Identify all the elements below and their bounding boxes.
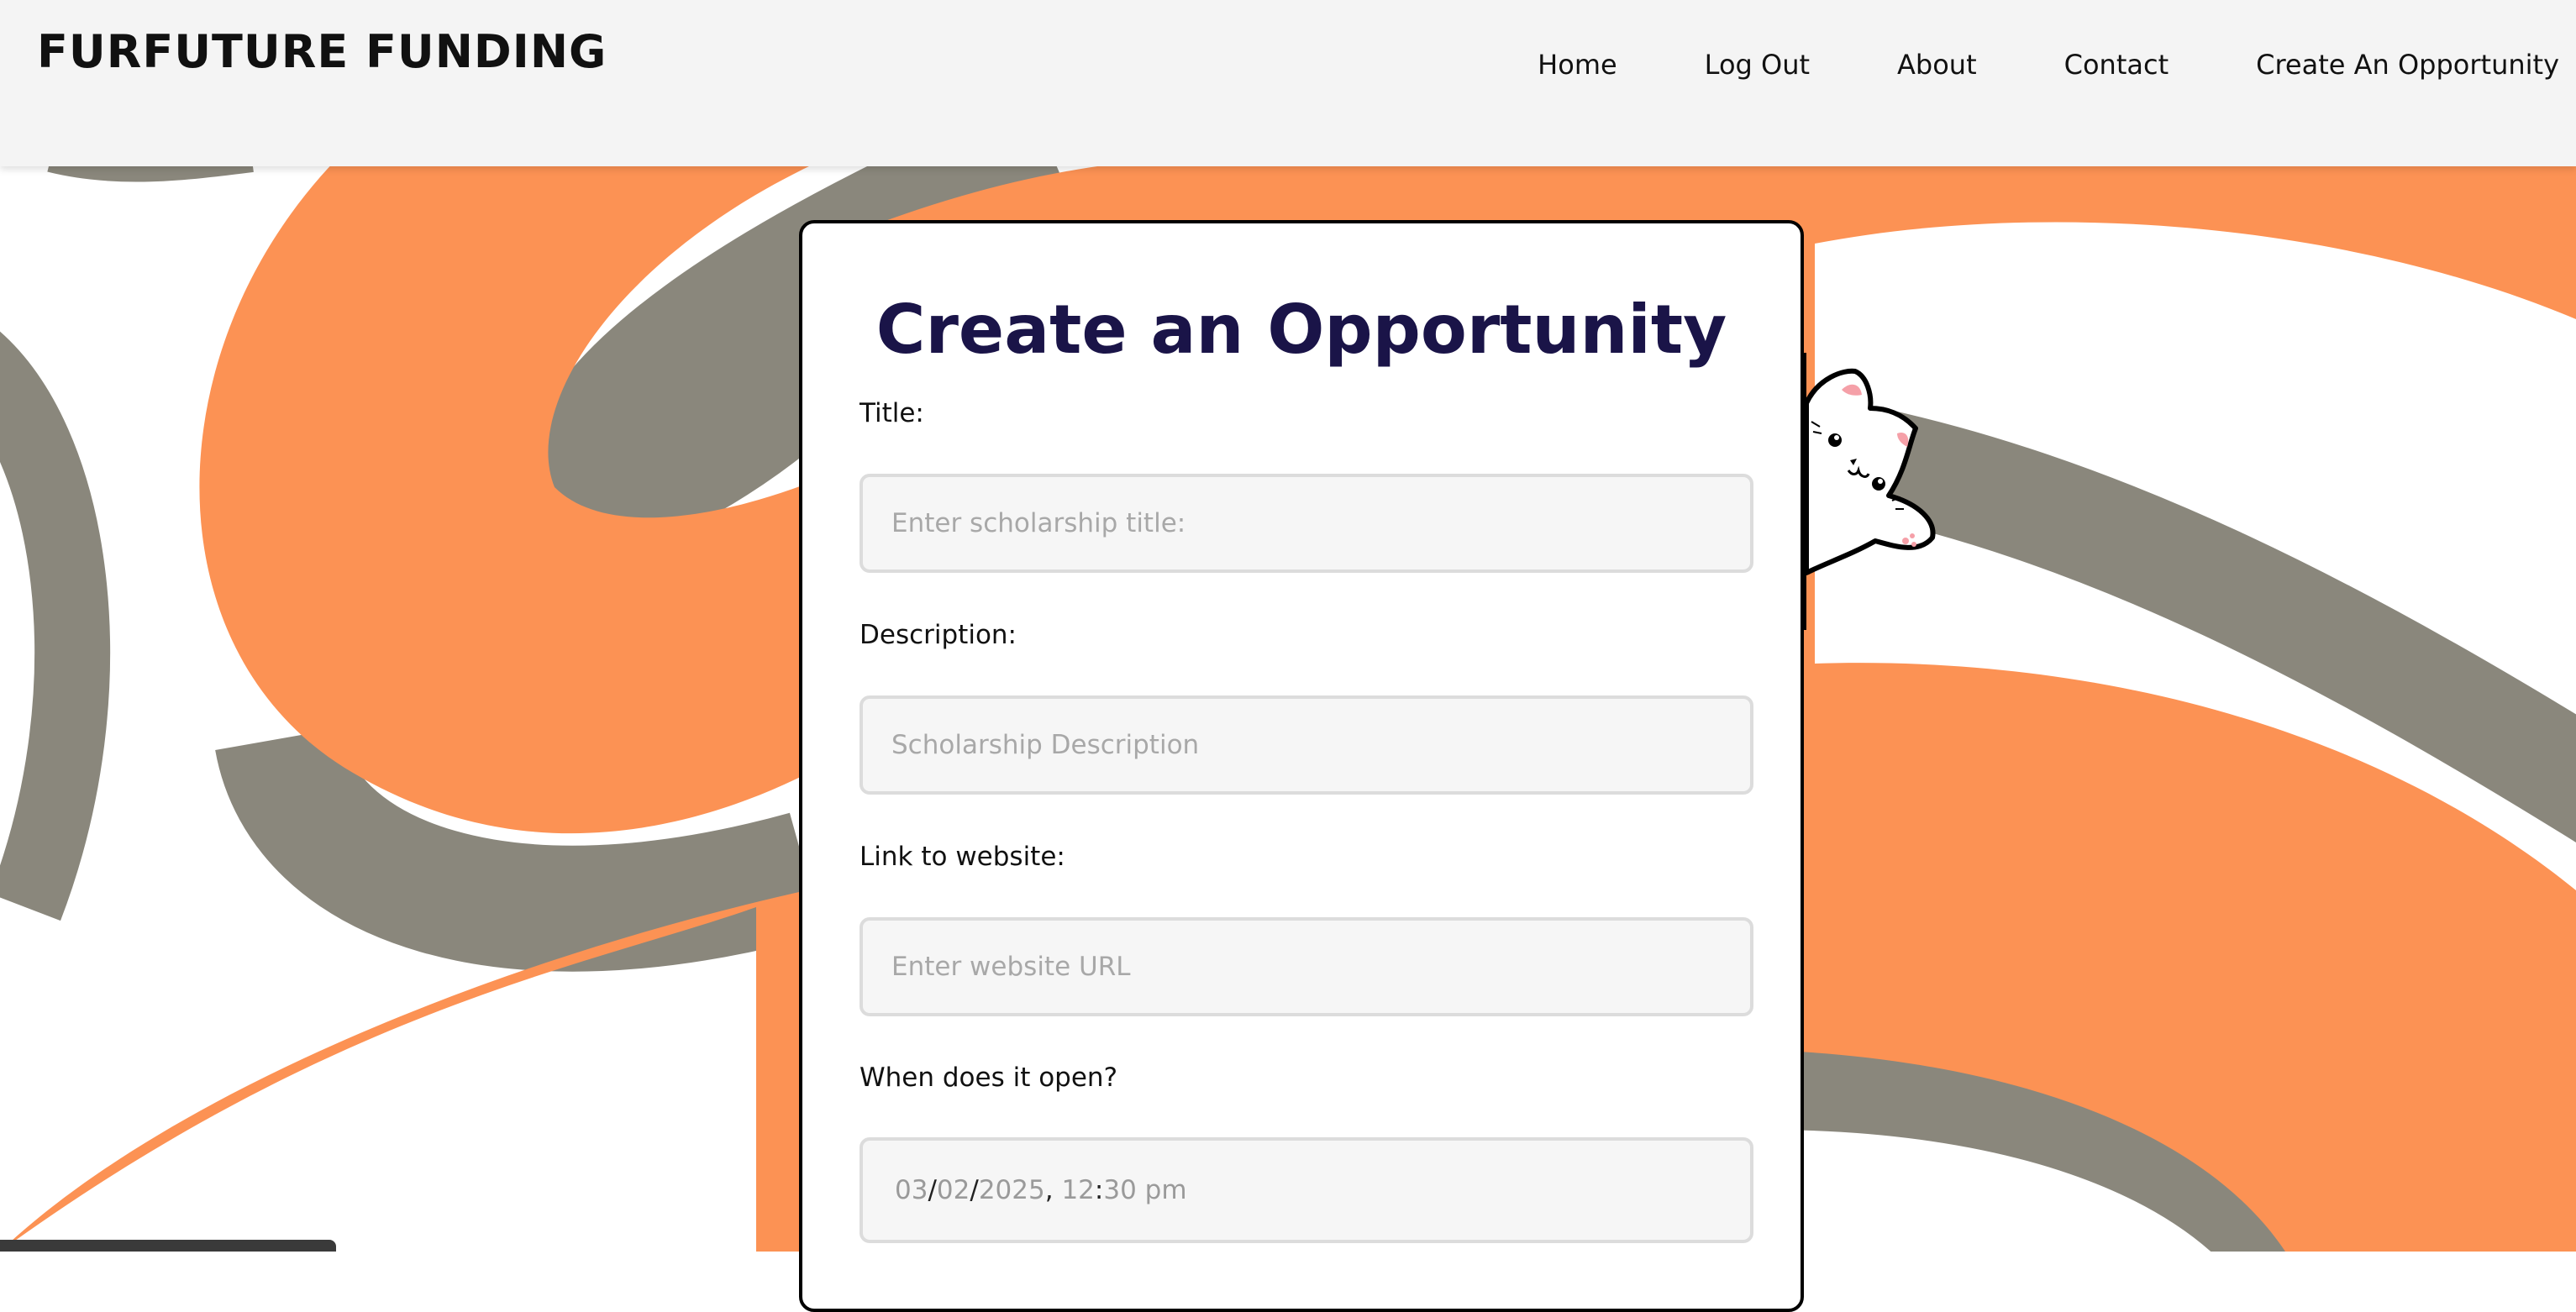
brand-logo[interactable]: FURFUTURE FUNDING bbox=[37, 25, 607, 78]
page-title: Create an Opportunity bbox=[875, 291, 1727, 369]
website-input[interactable] bbox=[860, 917, 1753, 1016]
time-separator: : bbox=[1094, 1175, 1104, 1205]
description-label: Description: bbox=[860, 620, 1017, 650]
datetime-separator: , bbox=[1044, 1175, 1062, 1205]
open-date-label: When does it open? bbox=[860, 1063, 1118, 1093]
open-date-hour[interactable]: 12 bbox=[1061, 1175, 1094, 1205]
title-label: Title: bbox=[860, 398, 924, 428]
date-separator: / bbox=[928, 1175, 937, 1205]
open-date-day[interactable]: 02 bbox=[937, 1175, 970, 1205]
date-separator: / bbox=[970, 1175, 979, 1205]
open-date-ampm[interactable]: pm bbox=[1145, 1175, 1187, 1205]
top-navbar: FURFUTURE FUNDING Home Log Out About Con… bbox=[0, 0, 2576, 166]
open-date-space bbox=[1137, 1175, 1145, 1205]
nav-links: Home Log Out About Contact Create An Opp… bbox=[1450, 49, 2559, 81]
open-date-minute[interactable]: 30 bbox=[1103, 1175, 1136, 1205]
nav-about-link[interactable]: About bbox=[1897, 49, 1977, 81]
nav-create-opportunity-link[interactable]: Create An Opportunity bbox=[2256, 49, 2559, 81]
peeking-cat-illustration bbox=[1801, 353, 1936, 630]
website-label: Link to website: bbox=[860, 842, 1065, 872]
nav-contact-link[interactable]: Contact bbox=[2064, 49, 2169, 81]
open-date-month[interactable]: 03 bbox=[895, 1175, 928, 1205]
create-opportunity-card: Create an Opportunity Title: Description… bbox=[799, 220, 1804, 1312]
open-date-input[interactable]: 03/02/2025, 12:30 pm bbox=[860, 1137, 1753, 1243]
nav-logout-link[interactable]: Log Out bbox=[1705, 49, 1810, 81]
nav-home-link[interactable]: Home bbox=[1538, 49, 1617, 81]
description-input[interactable] bbox=[860, 695, 1753, 795]
browser-status-bar bbox=[0, 1240, 336, 1252]
open-date-year[interactable]: 2025 bbox=[979, 1175, 1045, 1205]
title-input[interactable] bbox=[860, 474, 1753, 573]
